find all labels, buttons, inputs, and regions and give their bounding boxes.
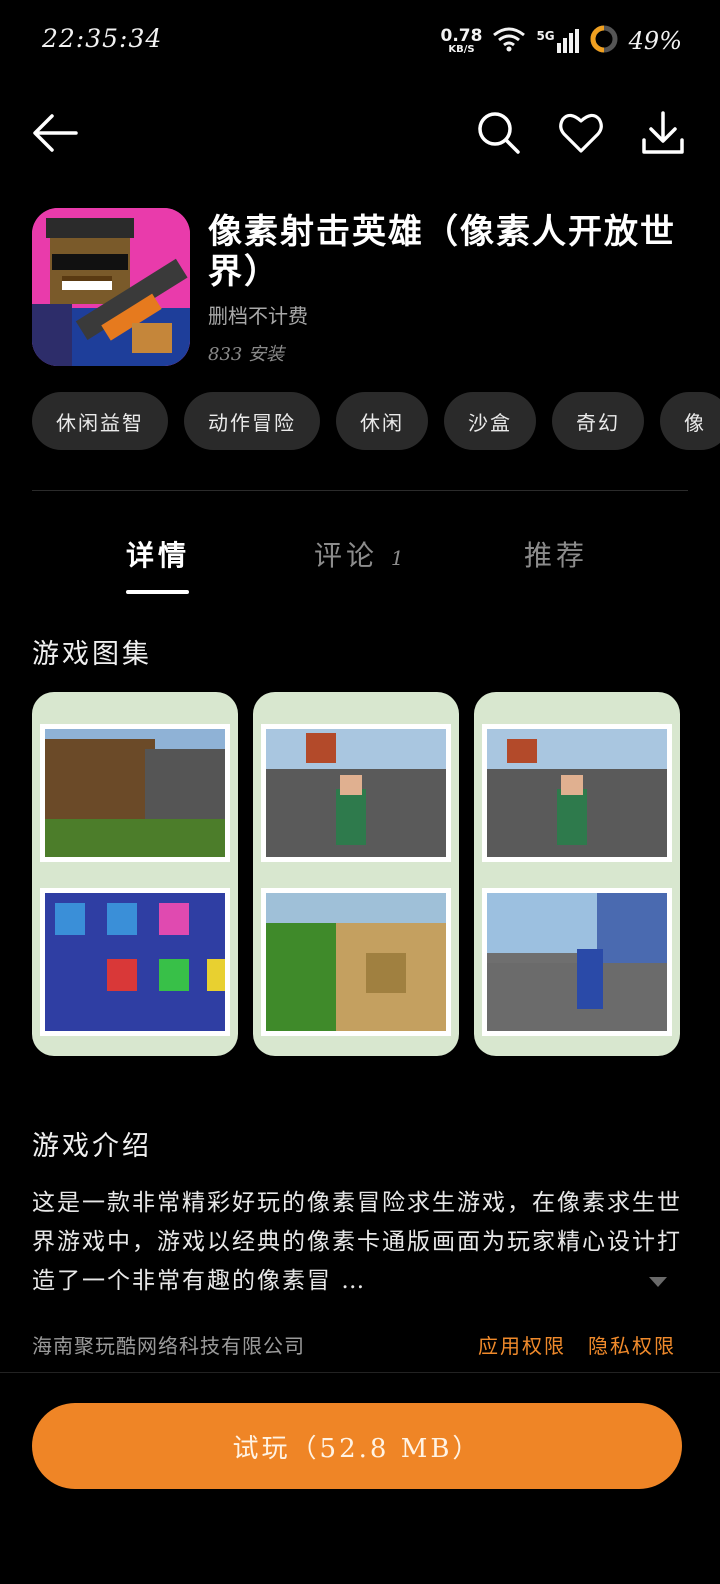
app-permissions-link[interactable]: 应用权限 [478, 1330, 566, 1359]
comments-count: 1 [390, 546, 408, 570]
network-speed: 0.78 KB/S [440, 25, 483, 55]
install-count: 833 安装 [208, 344, 285, 365]
tag-chip[interactable]: 休闲 [336, 392, 428, 450]
try-play-button[interactable]: 试玩（52.8 MB） [32, 1403, 682, 1489]
tag-list: 休闲益智 动作冒险 休闲 沙盒 奇幻 像 [32, 392, 720, 450]
screenshot-thumbnail[interactable] [32, 692, 238, 1056]
status-time: 22:35:34 [42, 24, 163, 53]
search-icon[interactable] [474, 108, 524, 158]
tag-chip[interactable]: 休闲益智 [32, 392, 168, 450]
tag-chip[interactable]: 像 [660, 392, 720, 450]
wifi-icon [492, 26, 526, 56]
tab-comments[interactable]: 评论 1 [314, 534, 408, 574]
screenshot-thumbnail[interactable] [253, 692, 459, 1056]
screenshot-thumbnail[interactable] [474, 692, 680, 1056]
intro-title: 游戏介绍 [32, 1131, 152, 1162]
tab-comments-label: 评论 [314, 539, 379, 572]
network-type: 5G [536, 29, 555, 43]
back-arrow-icon[interactable] [30, 108, 80, 158]
battery-ring-icon [589, 24, 619, 58]
privacy-permissions-link[interactable]: 隐私权限 [588, 1330, 676, 1359]
status-icons: 0.78 KB/S 5G 49% [440, 24, 682, 58]
tab-details[interactable]: 详情 [126, 534, 190, 574]
expand-chevron-icon[interactable] [648, 1274, 668, 1293]
net-speed-value: 0.78 [440, 25, 483, 46]
tag-chip[interactable]: 奇幻 [552, 392, 644, 450]
download-icon[interactable] [638, 108, 688, 158]
tab-indicator [126, 590, 189, 594]
heart-icon[interactable] [556, 108, 606, 158]
tag-chip[interactable]: 沙盒 [444, 392, 536, 450]
app-subtitle: 删档不计费 [208, 304, 308, 328]
intro-text: 这是一款非常精彩好玩的像素冒险求生游戏，在像素求生世界游戏中，游戏以经典的像素卡… [32, 1190, 682, 1294]
tab-recommend[interactable]: 推荐 [524, 534, 588, 574]
developer-name: 海南聚玩酷网络科技有限公司 [32, 1334, 305, 1358]
signal-5g-icon: 5G [536, 29, 579, 53]
tag-chip[interactable]: 动作冒险 [184, 392, 320, 450]
divider [0, 1372, 720, 1373]
app-title: 像素射击英雄（像素人开放世界） [208, 212, 676, 292]
gallery-title: 游戏图集 [32, 639, 152, 670]
app-icon [32, 208, 190, 366]
divider [32, 490, 688, 491]
net-speed-unit: KB/S [448, 43, 475, 55]
battery-percent: 49% [628, 27, 682, 55]
